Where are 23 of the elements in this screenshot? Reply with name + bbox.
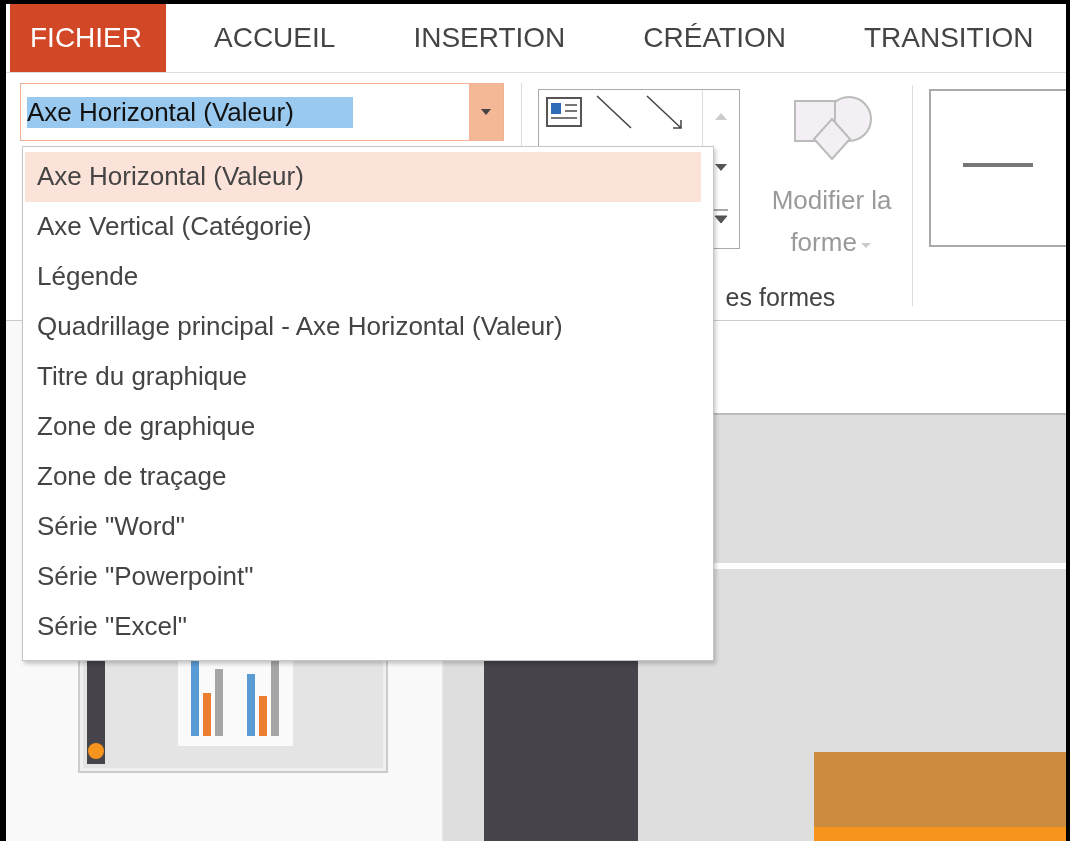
ribbon-tab[interactable]: TRANSITION <box>825 4 1066 72</box>
dropdown-option[interactable]: Série "Powerpoint" <box>25 552 701 602</box>
dropdown-option[interactable]: Légende <box>25 252 701 302</box>
ribbon-tab[interactable]: CRÉATION <box>605 4 826 72</box>
ribbon-tab[interactable]: ACCUEIL <box>176 4 376 72</box>
chart-bar <box>247 674 255 736</box>
element-selector[interactable]: Axe Horizontal (Valeur) <box>20 83 504 141</box>
dropdown-option[interactable]: Série "Word" <box>25 502 701 552</box>
dropdown-option[interactable]: Axe Horizontal (Valeur) <box>25 152 701 202</box>
chart-bar <box>215 669 223 736</box>
dropdown-option[interactable]: Quadrillage principal - Axe Horizontal (Valeur) <box>25 302 701 352</box>
dot-icon <box>88 743 104 759</box>
caret-icon <box>480 108 492 116</box>
dropdown-option[interactable]: Axe Vertical (Catégorie) <box>25 202 701 252</box>
dropdown-option[interactable]: Zone de traçage <box>25 452 701 502</box>
dropdown-option[interactable]: Série "Excel" <box>25 602 701 652</box>
ribbon-tab[interactable]: INSERTION <box>375 4 606 72</box>
group-label: es formes <box>725 283 836 312</box>
dropdown-option[interactable]: Titre du graphique <box>25 352 701 402</box>
dropdown-option[interactable]: Zone de graphique <box>25 402 701 452</box>
chart-bar <box>203 693 211 736</box>
chart-bar <box>259 696 267 736</box>
file-tab[interactable]: FICHIER <box>10 4 166 72</box>
